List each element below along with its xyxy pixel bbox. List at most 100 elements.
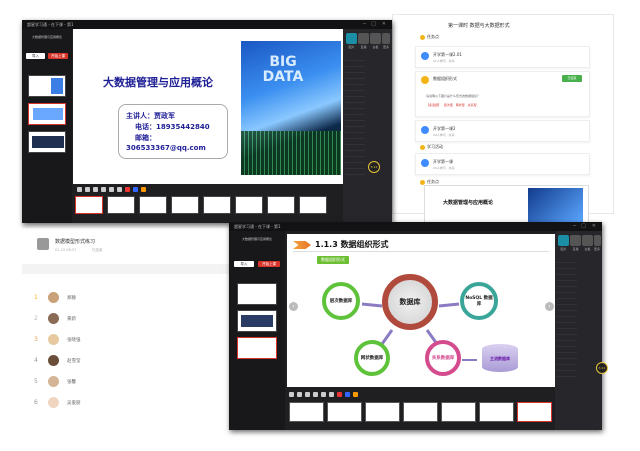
- right-panel: 图片 直播 白板 更多: [555, 231, 602, 430]
- strip-thumb-3[interactable]: [139, 196, 167, 214]
- slide-thumb-3[interactable]: [237, 337, 277, 359]
- tab-image[interactable]: [558, 235, 569, 246]
- chapter-slide-preview[interactable]: 大数据管理与应用概论: [424, 185, 589, 225]
- tab-label-more: 更多: [593, 247, 600, 251]
- slide-sidebar: 大数据管理与应用概论 导入 开始上课: [229, 231, 285, 430]
- task-options: 【多选题】 · 层次型 · 网状型 · 关系型: [426, 103, 477, 107]
- text-icon[interactable]: [93, 187, 98, 192]
- redo-icon[interactable]: [329, 392, 334, 397]
- activity-status: 已结束: [92, 248, 103, 252]
- node-nosql: NoSQL 数据库: [460, 282, 498, 320]
- tab-whiteboard[interactable]: [370, 33, 381, 44]
- eraser-icon[interactable]: [313, 392, 318, 397]
- section-activity-header: 学习活动: [420, 144, 443, 150]
- student-row[interactable]: 1 郑静: [34, 287, 229, 308]
- tab-whiteboard[interactable]: [582, 235, 593, 246]
- shape-icon[interactable]: [297, 392, 302, 397]
- start-class-button[interactable]: 开始上课: [48, 53, 68, 59]
- task-icon: [421, 76, 429, 84]
- slide-thumb-2[interactable]: [237, 310, 277, 332]
- close-icon[interactable]: ✕: [592, 223, 596, 230]
- strip-thumb-4[interactable]: [171, 196, 199, 214]
- classroom-window-1: 超星学习通 - 在下课 - 第1 ─ □ ✕ 大数据管理与应用概论 导入 开始上…: [22, 20, 392, 223]
- task-title: 开学第一课2: [433, 126, 456, 131]
- student-row[interactable]: 4 赵雪莹: [34, 350, 229, 371]
- strip-thumb-6[interactable]: [479, 402, 514, 422]
- task-card-2[interactable]: 数据组织形式 已结束 请说明以下图片是什么形式的数据组织？ 【多选题】 · 层次…: [415, 71, 590, 117]
- avatar: [48, 355, 59, 366]
- window-titlebar: 超星学习通 - 在下课 - 第1 ─ □ ✕: [22, 20, 392, 29]
- node-hierarchical: 层次数据库: [322, 282, 360, 320]
- close-icon[interactable]: ✕: [382, 21, 386, 28]
- lecturer-phone: 电话：18935442840: [135, 123, 210, 131]
- avatar: [48, 292, 59, 303]
- undo-icon[interactable]: [321, 392, 326, 397]
- maximize-icon[interactable]: □: [581, 223, 586, 230]
- bottom-toolbar: [73, 184, 343, 223]
- color-red[interactable]: [337, 392, 342, 397]
- tab-more[interactable]: [382, 33, 390, 44]
- task-card-4[interactable]: 开学第一课 20人参与 · 共享: [415, 153, 590, 175]
- strip-thumb-1[interactable]: [75, 196, 103, 214]
- student-row[interactable]: 2 黄新: [34, 308, 229, 329]
- tab-more[interactable]: [594, 235, 601, 246]
- activity-icon: [37, 238, 49, 250]
- student-row[interactable]: 3 张晓强: [34, 329, 229, 350]
- import-button[interactable]: 导入: [234, 261, 254, 267]
- tab-live[interactable]: [570, 235, 581, 246]
- import-button[interactable]: 导入: [26, 53, 45, 59]
- bigdata-image: BIG DATA: [241, 41, 341, 175]
- pen-icon[interactable]: [289, 392, 294, 397]
- student-rank: 1: [34, 294, 38, 301]
- undo-icon[interactable]: [109, 187, 114, 192]
- task-card-3[interactable]: 开学第一课2 20人参与 · 共享: [415, 120, 590, 142]
- strip-thumb-1[interactable]: [289, 402, 324, 422]
- eraser-icon[interactable]: [101, 187, 106, 192]
- drawing-tools: [289, 392, 358, 397]
- task-meta: 21人参与 · 共享: [433, 59, 455, 63]
- student-row[interactable]: 5 张馨: [34, 371, 229, 392]
- maximize-icon[interactable]: □: [371, 21, 376, 28]
- minimize-icon[interactable]: ─: [363, 21, 366, 28]
- text-icon[interactable]: [305, 392, 310, 397]
- color-blue[interactable]: [345, 392, 350, 397]
- student-name: 吴俊丽: [67, 400, 81, 406]
- next-slide-button[interactable]: ›: [545, 302, 554, 311]
- prev-slide-button[interactable]: ‹: [289, 302, 298, 311]
- slide-thumb-3[interactable]: [28, 131, 66, 153]
- course-label: 大数据管理与应用概论: [31, 35, 62, 39]
- slide-thumb-1[interactable]: [237, 283, 277, 305]
- student-name: 张馨: [67, 379, 76, 385]
- right-panel: 图片 直播 白板 更多: [343, 29, 392, 223]
- minimize-icon[interactable]: ─: [573, 223, 576, 230]
- strip-thumb-2[interactable]: [327, 402, 362, 422]
- pen-icon[interactable]: [77, 187, 82, 192]
- color-orange[interactable]: [141, 187, 146, 192]
- start-class-button[interactable]: 开始上课: [258, 261, 280, 267]
- strip-thumb-8[interactable]: [299, 196, 327, 214]
- color-red[interactable]: [125, 187, 130, 192]
- color-blue[interactable]: [133, 187, 138, 192]
- task-title: 开学第一课2.01: [433, 52, 462, 57]
- strip-thumb-3[interactable]: [365, 402, 400, 422]
- strip-thumb-7[interactable]: [517, 402, 552, 422]
- strip-thumb-5[interactable]: [203, 196, 231, 214]
- redo-icon[interactable]: [117, 187, 122, 192]
- strip-thumb-2[interactable]: [107, 196, 135, 214]
- slide-thumb-2[interactable]: [28, 103, 66, 125]
- student-name: 黄新: [67, 316, 76, 322]
- color-orange[interactable]: [353, 392, 358, 397]
- tab-image[interactable]: [346, 33, 357, 44]
- strip-thumb-4[interactable]: [403, 402, 438, 422]
- strip-thumb-6[interactable]: [235, 196, 263, 214]
- timer-badge[interactable]: 5:12: [368, 161, 380, 173]
- shape-icon[interactable]: [85, 187, 90, 192]
- tab-live[interactable]: [358, 33, 369, 44]
- task-question: 请说明以下图片是什么形式的数据组织？: [426, 94, 481, 98]
- student-row[interactable]: 6 吴俊丽: [34, 392, 229, 413]
- slide-thumb-1[interactable]: [28, 75, 66, 97]
- task-card-1[interactable]: 开学第一课2.01 21人参与 · 共享: [415, 46, 590, 68]
- strip-thumb-7[interactable]: [267, 196, 295, 214]
- strip-thumb-5[interactable]: [441, 402, 476, 422]
- timer-badge[interactable]: 5:12: [596, 362, 608, 374]
